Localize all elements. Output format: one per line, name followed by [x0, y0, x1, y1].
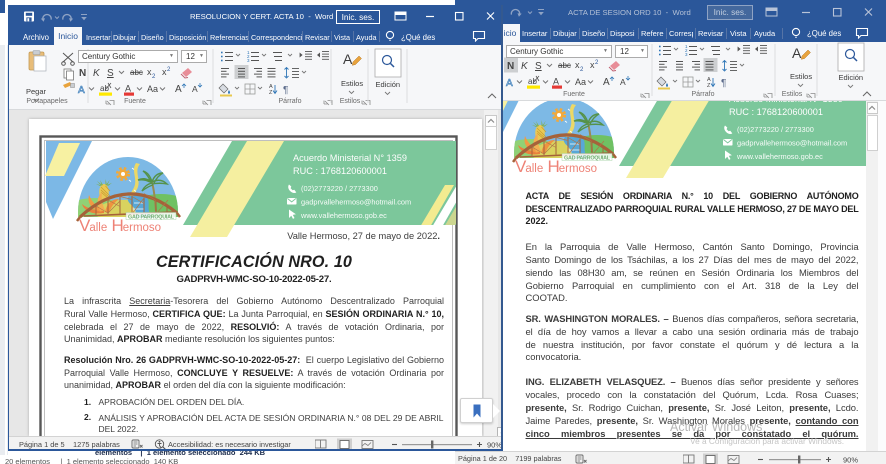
- svg-text:N: N: [507, 61, 514, 72]
- svg-text:Estilos: Estilos: [341, 79, 363, 88]
- svg-text:Pegar: Pegar: [26, 87, 47, 96]
- svg-text:A: A: [506, 78, 513, 89]
- svg-text:Aa: Aa: [147, 84, 158, 94]
- svg-text:Edición: Edición: [839, 73, 864, 82]
- svg-text:Párrafo: Párrafo: [692, 91, 715, 98]
- svg-text:Z: Z: [269, 90, 273, 96]
- svg-text:K: K: [93, 68, 101, 79]
- svg-text:ab: ab: [100, 84, 109, 93]
- svg-text:S: S: [535, 61, 542, 72]
- svg-text:2: 2: [580, 67, 584, 73]
- svg-text:K: K: [521, 61, 529, 72]
- svg-text:abc: abc: [130, 68, 143, 77]
- svg-text:Edición: Edición: [376, 80, 401, 89]
- svg-text:A: A: [78, 85, 85, 96]
- svg-text:A: A: [175, 84, 182, 95]
- svg-text:Estilos: Estilos: [340, 98, 361, 105]
- svg-text:¶: ¶: [283, 85, 288, 96]
- svg-text:A: A: [620, 77, 626, 87]
- svg-text:3: 3: [247, 58, 250, 63]
- svg-text:2: 2: [152, 74, 156, 80]
- svg-text:A: A: [192, 84, 198, 94]
- svg-text:Fuente: Fuente: [563, 91, 585, 98]
- svg-text:3: 3: [685, 52, 688, 57]
- svg-text:2: 2: [167, 67, 171, 73]
- svg-text:abc: abc: [558, 61, 571, 70]
- svg-text:Aa: Aa: [575, 77, 586, 87]
- svg-text:A: A: [603, 77, 610, 88]
- svg-text:A: A: [343, 51, 353, 67]
- svg-text:Fuente: Fuente: [124, 98, 146, 105]
- svg-text:ab: ab: [528, 77, 537, 86]
- svg-text:Párrafo: Párrafo: [279, 98, 302, 105]
- svg-text:90%: 90%: [843, 455, 858, 464]
- svg-text:¶: ¶: [721, 78, 726, 89]
- svg-text:A: A: [553, 77, 559, 87]
- svg-text:2: 2: [595, 60, 599, 66]
- svg-text:A: A: [125, 84, 131, 94]
- svg-text:A: A: [792, 45, 802, 61]
- svg-text:Portapapeles: Portapapeles: [26, 98, 68, 105]
- svg-text:Estilos: Estilos: [790, 72, 812, 81]
- svg-text:N: N: [79, 68, 86, 79]
- svg-text:S: S: [107, 68, 114, 79]
- svg-text:Z: Z: [707, 83, 711, 89]
- svg-text:Estilos: Estilos: [782, 91, 803, 98]
- svg-text:90%: 90%: [487, 441, 502, 450]
